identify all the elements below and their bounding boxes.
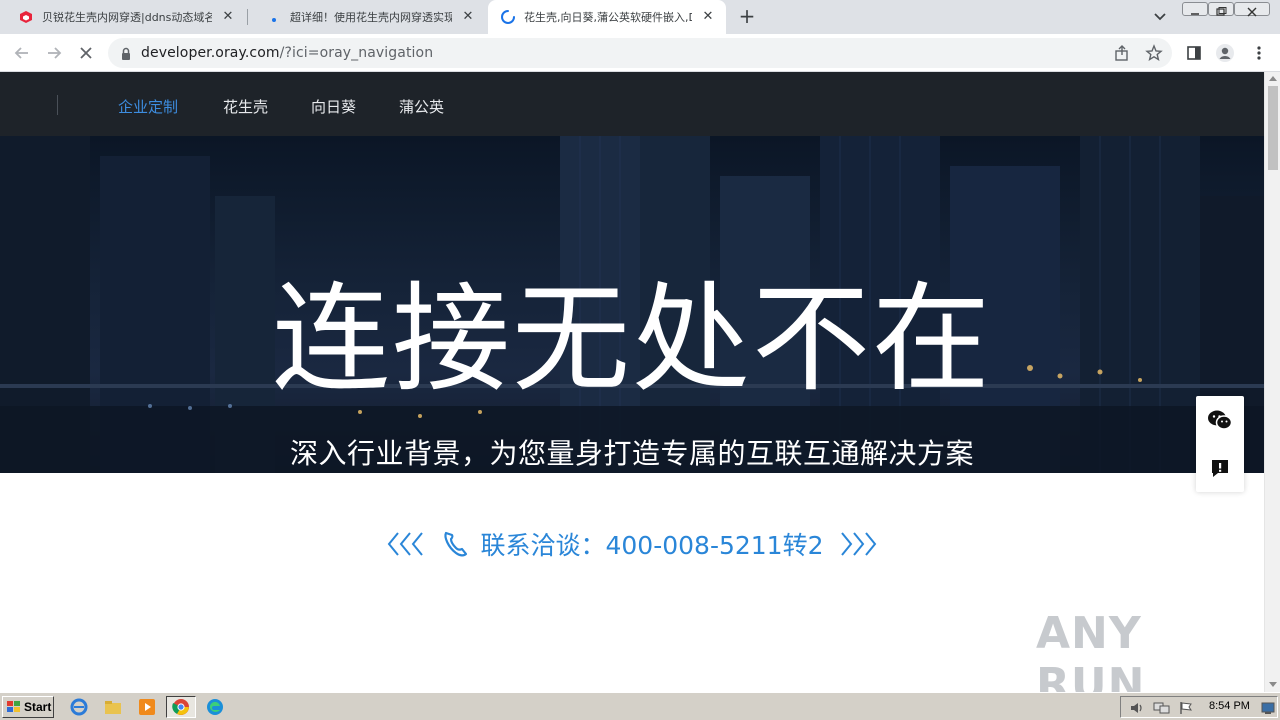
page-scrollbar[interactable] [1264,72,1280,692]
left-chevrons-icon [386,530,430,558]
start-label: Start [24,700,52,714]
hero-subline: 深入行业背景，为您量身打造专属的互联互通解决方案 [289,437,974,470]
watermark-text: ANY RUN [1036,608,1146,692]
edge-icon[interactable] [206,698,224,716]
wechat-icon [1208,410,1233,430]
forward-arrow-icon [48,47,62,59]
explorer-folder-icon[interactable] [104,698,122,716]
show-desktop-icon[interactable] [1261,700,1275,719]
stop-loading-button[interactable] [75,42,97,64]
contact-cta[interactable]: 联系洽谈：400-008-5211转2 [0,524,1264,564]
close-window-button[interactable] [1234,2,1270,17]
taskbar-clock[interactable]: 8:54 PM [1209,700,1250,712]
oray-red-cube-icon [18,9,34,25]
volume-icon[interactable] [1129,700,1145,719]
site-nav-bar: 企业定制 花生壳 向日葵 蒲公英 [0,72,1264,136]
network-icon[interactable] [1153,700,1171,719]
minimize-button[interactable] [1182,2,1208,16]
start-button[interactable]: Start [2,696,54,718]
tab-title: 超详细！使用花生壳内网穿透实现外 [290,11,452,24]
tab-search-chevron-icon[interactable] [1151,9,1169,25]
bookmark-star-icon[interactable] [1145,44,1163,62]
nav-item-enterprise[interactable]: 企业定制 [118,96,178,117]
back-button[interactable] [11,42,33,64]
page-viewport: 企业定制 花生壳 向日葵 蒲公英 连接无处不在 深入行业背景，为您量身打造专属的… [0,72,1264,692]
system-tray: 8:54 PM [1120,696,1278,718]
url-text: developer.oray.com/?ici=oray_navigation [141,45,433,61]
tab-developer-oray[interactable]: 花生壳,向日葵,蒲公英软硬件嵌入,DI ✕ [488,0,726,34]
forward-button[interactable] [43,42,65,64]
tab-title: 花生壳,向日葵,蒲公英软硬件嵌入,DI [524,11,692,24]
phone-handset-icon [440,529,470,559]
contact-text[interactable]: 联系洽谈：400-008-5211转2 [480,526,823,562]
loading-spinner-icon [500,9,516,25]
tab-close-icon[interactable]: ✕ [460,9,476,25]
chrome-taskbar-button[interactable] [166,696,196,718]
scroll-up-arrow-icon[interactable] [1269,76,1277,81]
nav-item-pugongying[interactable]: 蒲公英 [399,96,444,117]
url-path: /?ici=oray_navigation [279,45,434,61]
hero-headline: 连接无处不在 [271,270,992,408]
share-icon[interactable] [1113,44,1131,62]
hero-banner: 连接无处不在 深入行业背景，为您量身打造专属的互联互通解决方案 [0,136,1264,473]
chrome-icon [172,699,189,715]
new-tab-button[interactable]: + [737,6,757,27]
action-center-flag-icon[interactable] [1179,700,1193,719]
feedback-button[interactable] [1196,444,1244,492]
feedback-exclamation-icon [1212,460,1228,477]
lock-icon[interactable] [120,46,132,65]
tab-title: 贝锐花生壳内网穿透|ddns动态域名 [42,11,212,24]
address-bar[interactable]: developer.oray.com/?ici=oray_navigation [108,38,1172,68]
profile-avatar-icon[interactable] [1215,43,1235,63]
back-arrow-icon [14,47,28,59]
side-panel-icon[interactable] [1184,43,1204,63]
restore-button[interactable] [1208,2,1234,16]
kebab-menu-icon[interactable] [1249,43,1269,63]
tab-tutorial[interactable]: 超详细！使用花生壳内网穿透实现外 ✕ [248,0,486,34]
windows-flag-icon [7,701,20,712]
url-host: developer.oray.com [141,45,280,61]
scrollbar-thumb[interactable] [1268,86,1278,170]
nav-item-xiangrikui[interactable]: 向日葵 [311,96,356,117]
ie-icon[interactable] [70,698,88,716]
browser-toolbar: developer.oray.com/?ici=oray_navigation [0,34,1280,72]
anyrun-watermark: ANY RUN [1036,608,1264,692]
nav-divider [57,95,58,115]
scroll-down-arrow-icon[interactable] [1269,682,1277,687]
stop-x-icon [80,47,92,59]
media-player-icon[interactable] [138,698,156,716]
tab-strip: 贝锐花生壳内网穿透|ddns动态域名 ✕ 超详细！使用花生壳内网穿透实现外 ✕ … [0,0,1280,34]
wechat-button[interactable] [1196,396,1244,444]
floating-side-widget [1196,396,1244,492]
windows-taskbar: Start 8:54 PM [0,692,1280,720]
tab-oray-ddns[interactable]: 贝锐花生壳内网穿透|ddns动态域名 ✕ [0,0,246,34]
blue-dot-favicon [266,9,282,25]
right-chevrons-icon [834,530,878,558]
nav-item-huashengke[interactable]: 花生壳 [223,96,268,117]
tab-close-icon[interactable]: ✕ [220,9,236,25]
tab-close-icon[interactable]: ✕ [700,9,716,25]
